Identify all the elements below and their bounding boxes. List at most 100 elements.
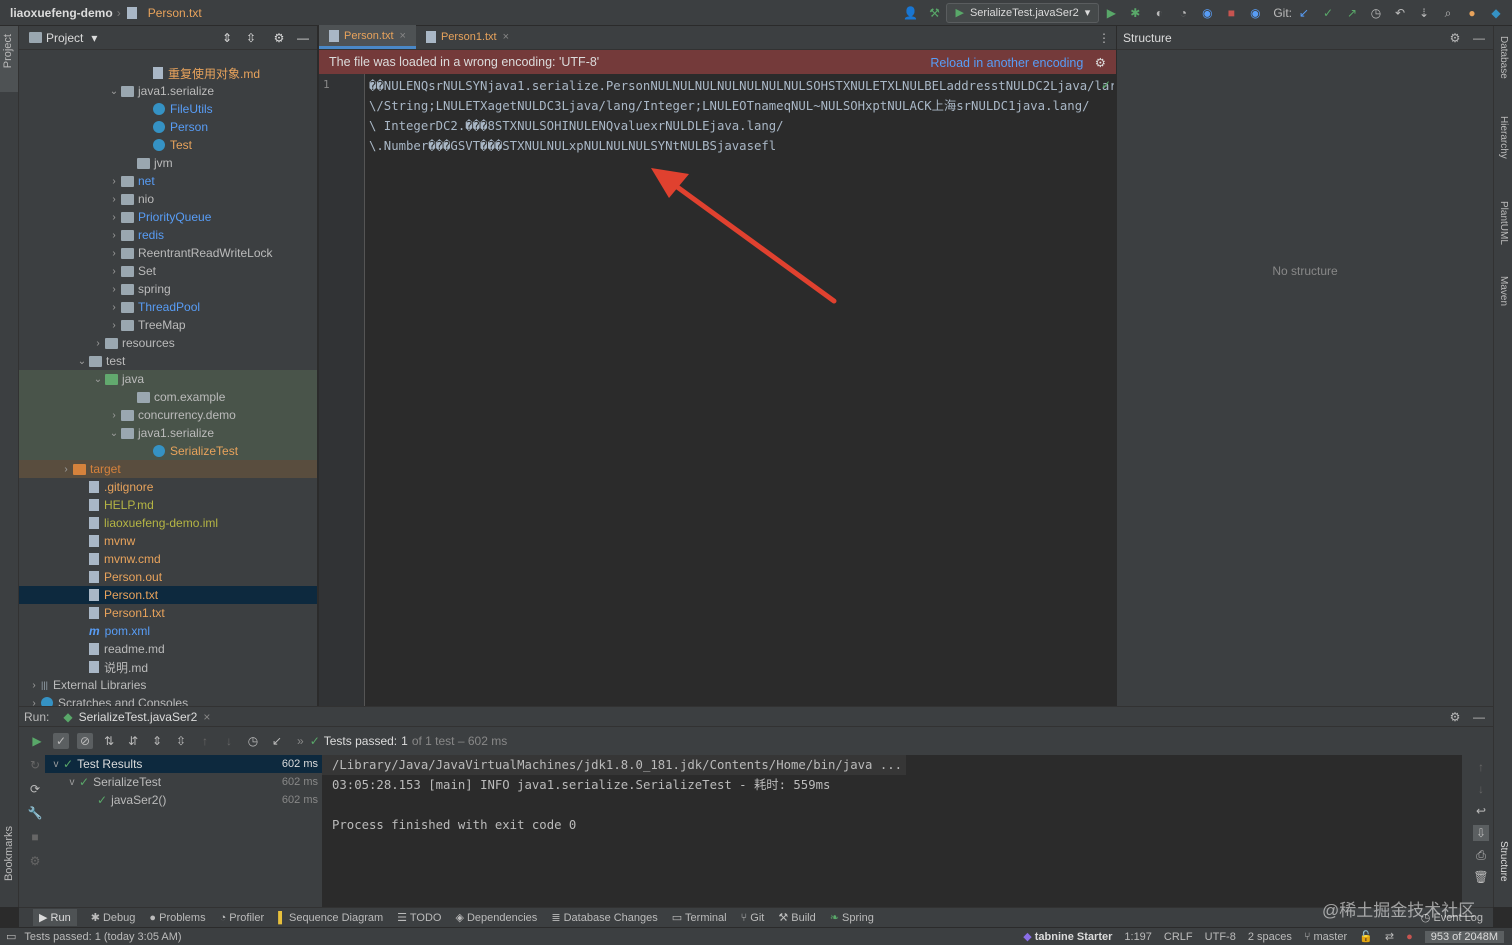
collapse-all-icon[interactable]: ⇳ xyxy=(243,30,259,46)
tree-item[interactable]: › Set xyxy=(19,262,317,280)
build-hammer-icon[interactable]: ⚒ xyxy=(926,5,942,21)
plantuml-tool-tab[interactable]: PlantUML xyxy=(1498,201,1509,245)
tree-item[interactable]: › spring xyxy=(19,280,317,298)
test-results-row[interactable]: v ✓ Test Results 602 ms xyxy=(45,755,322,773)
test-method-row[interactable]: ✓ javaSer2() 602 ms xyxy=(45,791,322,809)
soft-wrap-icon[interactable]: ↩ xyxy=(1473,803,1489,819)
tree-item[interactable]: readme.md xyxy=(19,640,317,658)
debug-icon[interactable]: ✱ xyxy=(1127,5,1143,21)
reload-encoding-link[interactable]: Reload in another encoding xyxy=(930,56,1083,70)
show-ignored-icon[interactable]: ⊘ xyxy=(77,733,93,749)
rerun-failed-icon[interactable]: ↻ xyxy=(27,757,43,773)
console-output[interactable]: /Library/Java/JavaVirtualMachines/jdk1.8… xyxy=(322,755,1462,908)
close-icon[interactable]: × xyxy=(203,710,210,724)
git-update-icon[interactable]: ↙ xyxy=(1296,5,1312,21)
update-icon[interactable]: ◉ xyxy=(1247,5,1263,21)
tree-item[interactable]: jvm xyxy=(19,154,317,172)
bookmarks-tool-tab[interactable]: Bookmarks xyxy=(3,826,15,881)
sort-alpha-icon[interactable]: ⇅ xyxy=(101,733,117,749)
tree-item[interactable]: › PriorityQueue xyxy=(19,208,317,226)
run-configuration-select[interactable]: ▶ SerializeTest.javaSer2 ▾ xyxy=(946,2,1100,23)
tree-item[interactable]: › TreeMap xyxy=(19,316,317,334)
chevron-right-icon[interactable]: › xyxy=(107,320,121,331)
tree-item[interactable]: ⌄ java xyxy=(19,370,317,388)
chevron-right-icon[interactable]: › xyxy=(27,680,41,691)
down-icon[interactable]: ↓ xyxy=(1473,781,1489,797)
error-icon[interactable]: ● xyxy=(1406,931,1413,943)
export-icon[interactable]: ↙ xyxy=(269,733,285,749)
wrench-icon[interactable]: 🔧 xyxy=(27,805,43,821)
expand-all-icon[interactable]: ⇕ xyxy=(149,733,165,749)
tab-person-txt[interactable]: Person.txt × xyxy=(319,25,416,49)
history-icon[interactable]: ◷ xyxy=(1368,5,1384,21)
tool-todo[interactable]: ☰ TODO xyxy=(397,911,441,924)
more-options-icon[interactable]: ⋮ xyxy=(1096,30,1112,46)
caret-position[interactable]: 1:197 xyxy=(1124,931,1152,943)
chevron-down-icon[interactable]: ⌄ xyxy=(107,428,121,439)
sort-duration-icon[interactable]: ⇵ xyxy=(125,733,141,749)
history-icon[interactable]: ◷ xyxy=(245,733,261,749)
tree-item[interactable]: ⌄ java1.serialize xyxy=(19,424,317,442)
database-tool-tab[interactable]: Database xyxy=(1498,36,1509,79)
tree-item[interactable]: 说明.md xyxy=(19,658,317,676)
chevron-down-icon[interactable]: ⌄ xyxy=(75,356,89,367)
gear-icon[interactable]: ⚙ xyxy=(1095,56,1106,70)
chevron-down-icon[interactable]: ⌄ xyxy=(107,86,121,97)
tree-item[interactable]: liaoxuefeng-demo.iml xyxy=(19,514,317,532)
close-icon[interactable]: × xyxy=(400,30,406,42)
tree-item[interactable]: ⌄ java1.serialize xyxy=(19,82,317,100)
user-icon[interactable]: 👤 xyxy=(902,5,918,21)
status-square-icon[interactable]: ▭ xyxy=(6,930,16,943)
chevron-right-icon[interactable]: › xyxy=(59,464,73,475)
trash-icon[interactable]: 🗑 xyxy=(1473,869,1489,885)
prev-failed-icon[interactable]: ↑ xyxy=(197,733,213,749)
tool-database-changes[interactable]: ≣ Database Changes xyxy=(551,911,657,924)
tree-item[interactable]: › target xyxy=(19,460,317,478)
notifications-icon[interactable]: ● xyxy=(1464,5,1480,21)
inspection-ok-icon[interactable]: ✓ xyxy=(1101,78,1111,92)
tree-item[interactable]: SerializeTest xyxy=(19,442,317,460)
camera-icon[interactable]: ⚙ xyxy=(27,853,43,869)
tree-item[interactable]: m pom.xml xyxy=(19,622,317,640)
stop-icon[interactable]: ■ xyxy=(1223,5,1239,21)
event-log[interactable]: ◷ Event Log xyxy=(1421,911,1483,924)
gear-icon[interactable]: ⚙ xyxy=(271,30,287,46)
tree-item[interactable]: ⌄ test xyxy=(19,352,317,370)
tool-profiler[interactable]: ◔ Profiler xyxy=(220,912,265,924)
chevron-right-icon[interactable]: › xyxy=(27,698,41,707)
gear-icon[interactable]: ⚙ xyxy=(1447,30,1463,46)
stash-icon[interactable]: ⇣ xyxy=(1416,5,1432,21)
tree-item[interactable]: Test xyxy=(19,136,317,154)
profile-icon[interactable]: ◔ xyxy=(1175,5,1191,21)
chevron-right-icon[interactable]: › xyxy=(107,284,121,295)
tree-item[interactable]: mvnw xyxy=(19,532,317,550)
print-icon[interactable]: ⎙ xyxy=(1473,847,1489,863)
toggle-auto-test-icon[interactable]: ⟳ xyxy=(27,781,43,797)
chevron-right-icon[interactable]: › xyxy=(107,194,121,205)
tool-git[interactable]: ⑂ Git xyxy=(741,912,765,924)
tree-item[interactable]: com.example xyxy=(19,388,317,406)
tree-item[interactable]: .gitignore xyxy=(19,478,317,496)
search-icon[interactable]: ⌕ xyxy=(1440,5,1456,21)
tree-item[interactable]: › ||| External Libraries xyxy=(19,676,317,694)
breadcrumb-file[interactable]: Person.txt xyxy=(148,6,202,20)
rerun-icon[interactable]: ▶ xyxy=(29,733,45,749)
tree-item[interactable]: › ReentrantReadWriteLock xyxy=(19,244,317,262)
project-tool-tab[interactable]: Project xyxy=(0,26,18,92)
chevron-right-icon[interactable]: › xyxy=(107,302,121,313)
tab-person1-txt[interactable]: Person1.txt × xyxy=(416,25,519,49)
git-commit-icon[interactable]: ✓ xyxy=(1320,5,1336,21)
maven-tool-tab[interactable]: Maven xyxy=(1498,276,1509,306)
minimize-icon[interactable]: — xyxy=(1471,709,1487,725)
tree-item[interactable]: Person1.txt xyxy=(19,604,317,622)
tree-item[interactable]: › redis xyxy=(19,226,317,244)
git-branch[interactable]: ⑂ master xyxy=(1304,931,1347,943)
test-class-row[interactable]: v ✓ SerializeTest 602 ms xyxy=(45,773,322,791)
plugin-icon[interactable]: ◆ xyxy=(1488,5,1504,21)
stop-icon[interactable]: ■ xyxy=(27,829,43,845)
more-icon[interactable]: » xyxy=(297,734,304,748)
project-panel-title[interactable]: Project xyxy=(46,31,83,45)
collapse-all-icon[interactable]: ⇳ xyxy=(173,733,189,749)
chevron-down-icon[interactable]: ▾ xyxy=(91,31,97,45)
chevron-right-icon[interactable]: › xyxy=(91,338,105,349)
